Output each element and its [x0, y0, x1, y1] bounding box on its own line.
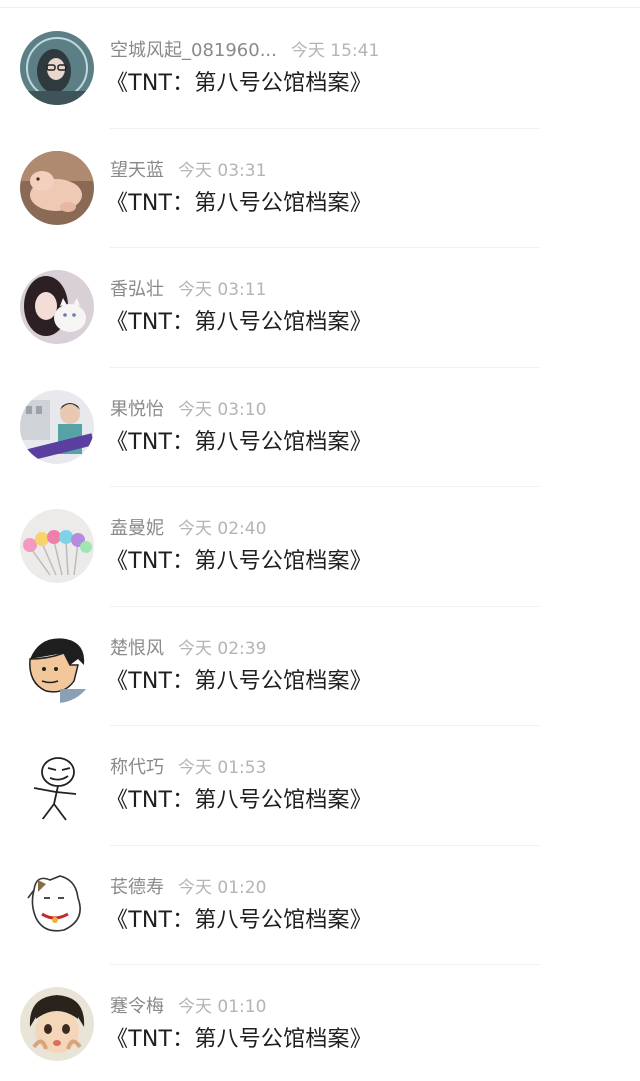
avatar[interactable]: [20, 509, 94, 583]
username[interactable]: 称代巧: [110, 757, 164, 778]
comment-item[interactable]: 蹇令梅 今天 01:10 《TNT：第八号公馆档案》: [0, 965, 640, 1081]
avatar[interactable]: [20, 389, 94, 464]
timestamp: 今天 15:41: [290, 41, 380, 61]
avatar-lucky-cat-icon: [20, 867, 94, 942]
avatar-pom-pom-pens-icon: [20, 509, 94, 583]
avatar-pig-icon: [20, 150, 94, 225]
comment-meta: 空城风起_081960... 今天 15:41: [110, 39, 379, 63]
avatar[interactable]: [20, 628, 94, 703]
avatar[interactable]: [20, 748, 94, 822]
username[interactable]: 楚恨风: [110, 638, 164, 659]
avatar[interactable]: [20, 867, 94, 942]
comment-text: 《TNT：第八号公馆档案》: [106, 788, 372, 813]
username[interactable]: 香弘壮: [110, 279, 164, 300]
comment-meta: 盍曼妮 今天 02:40: [110, 517, 266, 541]
avatar[interactable]: [20, 987, 94, 1061]
comment-item[interactable]: 苌德寿 今天 01:20 《TNT：第八号公馆档案》: [0, 846, 640, 965]
timestamp: 今天 02:40: [178, 519, 267, 539]
comment-text: 《TNT：第八号公馆档案》: [106, 668, 372, 694]
comment-item[interactable]: 望天蓝 今天 03:31 《TNT：第八号公馆档案》: [0, 129, 640, 248]
comment-meta: 称代巧 今天 01:53: [110, 756, 266, 780]
comment-meta: 楚恨风 今天 02:39: [110, 637, 266, 661]
timestamp: 今天 01:20: [178, 877, 267, 898]
comment-text: 《TNT：第八号公馆档案》: [106, 71, 372, 96]
timestamp: 今天 01:10: [178, 997, 267, 1017]
avatar-girl-cat-icon: [20, 270, 94, 344]
comment-text: 《TNT：第八号公馆档案》: [106, 1027, 372, 1052]
top-divider: [0, 7, 640, 8]
comment-item[interactable]: 果悦怡 今天 03:10 《TNT：第八号公馆档案》: [0, 368, 640, 487]
username[interactable]: 望天蓝: [110, 160, 164, 181]
timestamp: 今天 02:39: [178, 638, 267, 659]
comment-item[interactable]: 盍曼妮 今天 02:40 《TNT：第八号公馆档案》: [0, 487, 640, 607]
avatar-anime-kid-icon: [20, 987, 94, 1061]
comment-text: 《TNT：第八号公馆档案》: [106, 549, 372, 574]
comment-item[interactable]: 香弘壮 今天 03:11 《TNT：第八号公馆档案》: [0, 248, 640, 368]
comment-list-card: 空城风起_081960... 今天 15:41 《TNT：第八号公馆档案》 望天蓝…: [0, 0, 640, 1081]
avatar-girl-glasses-icon: [20, 31, 94, 105]
comment-text: 《TNT：第八号公馆档案》: [106, 310, 372, 335]
timestamp: 今天 03:31: [178, 160, 267, 181]
avatar-meme-face-icon: [20, 748, 94, 822]
comment-meta: 苌德寿 今天 01:20: [110, 876, 266, 900]
timestamp: 今天 03:11: [178, 280, 267, 300]
avatar-cartoon-man-icon: [20, 628, 94, 703]
comment-meta: 望天蓝 今天 03:31: [110, 159, 266, 183]
avatar[interactable]: [20, 31, 94, 105]
username[interactable]: 苌德寿: [110, 877, 164, 898]
avatar[interactable]: [20, 270, 94, 344]
avatar-boy-street-icon: [20, 389, 94, 464]
username[interactable]: 蹇令梅: [110, 996, 164, 1017]
comment-meta: 果悦怡 今天 03:10: [110, 398, 266, 422]
username[interactable]: 果悦怡: [110, 399, 164, 420]
comment-item[interactable]: 楚恨风 今天 02:39 《TNT：第八号公馆档案》: [0, 607, 640, 726]
timestamp: 今天 03:10: [178, 399, 267, 420]
timestamp: 今天 01:53: [178, 758, 267, 778]
comment-text: 《TNT：第八号公馆档案》: [106, 907, 372, 933]
comment-text: 《TNT：第八号公馆档案》: [106, 190, 372, 216]
username[interactable]: 盍曼妮: [110, 518, 164, 539]
comment-text: 《TNT：第八号公馆档案》: [106, 429, 372, 455]
comment-meta: 蹇令梅 今天 01:10: [110, 995, 266, 1019]
username[interactable]: 空城风起_081960...: [110, 40, 277, 61]
comment-list: 空城风起_081960... 今天 15:41 《TNT：第八号公馆档案》 望天蓝…: [0, 9, 640, 1081]
comment-item[interactable]: 空城风起_081960... 今天 15:41 《TNT：第八号公馆档案》: [0, 9, 640, 129]
comment-meta: 香弘壮 今天 03:11: [110, 278, 266, 302]
avatar[interactable]: [20, 150, 94, 225]
comment-item[interactable]: 称代巧 今天 01:53 《TNT：第八号公馆档案》: [0, 726, 640, 846]
